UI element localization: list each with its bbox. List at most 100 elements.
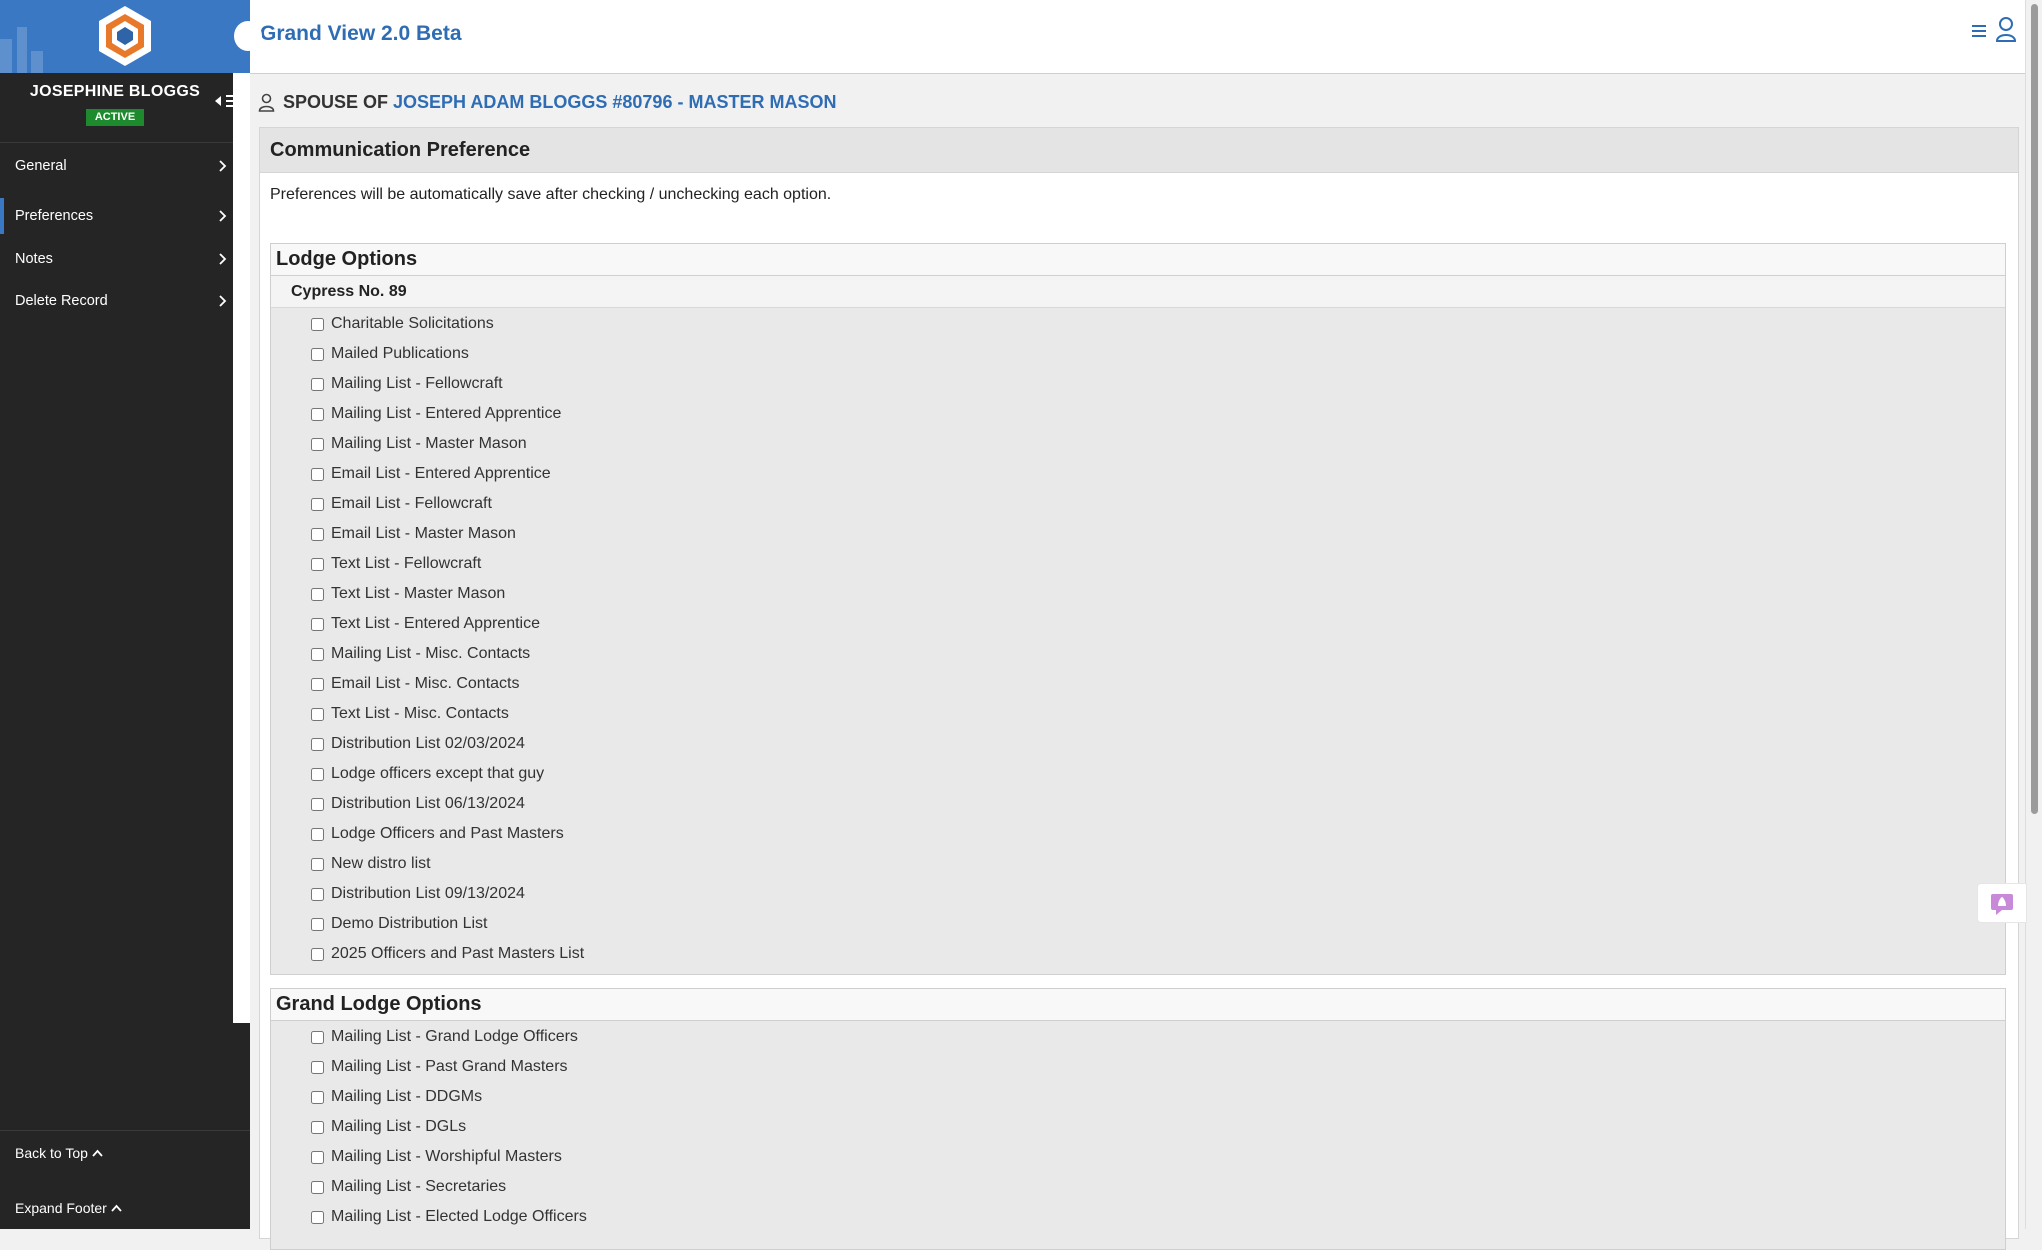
- preference-checkbox[interactable]: [311, 497, 324, 511]
- preference-option[interactable]: Email List - Master Mason: [311, 519, 516, 549]
- preference-option[interactable]: Distribution List 02/03/2024: [311, 729, 525, 759]
- preference-option-label: Mailing List - Elected Lodge Officers: [331, 1208, 587, 1225]
- breadcrumb-prefix: SPOUSE OF: [283, 92, 389, 112]
- scrollbar-thumb[interactable]: [2031, 4, 2038, 814]
- menu-icon[interactable]: [1970, 22, 1988, 40]
- preference-checkbox[interactable]: [311, 1090, 324, 1104]
- preference-option-label: Text List - Misc. Contacts: [331, 705, 509, 722]
- preference-option[interactable]: Charitable Solicitations: [311, 309, 494, 339]
- preference-checkbox[interactable]: [311, 1030, 324, 1044]
- sidebar-item-general[interactable]: General: [0, 148, 250, 184]
- page-scrollbar[interactable]: [2025, 0, 2042, 1229]
- preference-option[interactable]: Mailing List - Past Grand Masters: [311, 1052, 568, 1082]
- preference-option-label: Text List - Fellowcraft: [331, 555, 482, 572]
- sidebar: JOSEPHINE BLOGGS ACTIVE General Preferen…: [0, 0, 250, 1229]
- preference-option[interactable]: Email List - Entered Apprentice: [311, 459, 551, 489]
- preference-checkbox[interactable]: [311, 617, 324, 631]
- preference-option[interactable]: Text List - Misc. Contacts: [311, 699, 509, 729]
- sidebar-item-label: Notes: [15, 251, 53, 267]
- spouse-link[interactable]: JOSEPH ADAM BLOGGS #80796 - MASTER MASON: [393, 92, 836, 113]
- preference-checkbox[interactable]: [311, 1120, 324, 1134]
- preference-option-label: Mailing List - DDGMs: [331, 1088, 483, 1105]
- preference-checkbox[interactable]: [311, 437, 324, 451]
- preference-checkbox[interactable]: [311, 1150, 324, 1164]
- sidebar-item-delete-record[interactable]: Delete Record: [0, 283, 250, 319]
- sidebar-item-label: Preferences: [15, 208, 94, 224]
- back-to-top-link[interactable]: Back to Top: [15, 1145, 103, 1161]
- chat-widget-button[interactable]: [1977, 883, 2027, 923]
- preference-checkbox[interactable]: [311, 1180, 324, 1194]
- preference-option-label: Email List - Master Mason: [331, 525, 516, 542]
- lodge-options-box: Lodge Options Cypress No. 89 Charitable …: [270, 243, 2006, 975]
- nav-divider: [0, 142, 250, 143]
- preference-checkbox[interactable]: [311, 917, 324, 931]
- preference-checkbox[interactable]: [311, 827, 324, 841]
- preference-option[interactable]: Text List - Master Mason: [311, 579, 505, 609]
- preference-checkbox[interactable]: [311, 707, 324, 721]
- breadcrumb: SPOUSE OF JOSEPH ADAM BLOGGS #80796 - MA…: [258, 92, 836, 113]
- preference-option-label: Mailed Publications: [331, 345, 469, 362]
- sidebar-item-preferences[interactable]: Preferences: [0, 198, 250, 234]
- preference-option[interactable]: Mailing List - Worshipful Masters: [311, 1142, 562, 1172]
- preference-option[interactable]: Text List - Entered Apprentice: [311, 609, 540, 639]
- sidebar-item-notes[interactable]: Notes: [0, 241, 250, 277]
- chevron-right-icon: [219, 210, 227, 222]
- preference-option[interactable]: Mailing List - Entered Apprentice: [311, 399, 561, 429]
- preference-checkbox[interactable]: [311, 467, 324, 481]
- grand-lodge-options-heading: Grand Lodge Options: [271, 989, 2005, 1021]
- preference-option[interactable]: Mailing List - Secretaries: [311, 1172, 506, 1202]
- preference-option[interactable]: Distribution List 06/13/2024: [311, 789, 525, 819]
- preference-option[interactable]: Mailing List - Fellowcraft: [311, 369, 503, 399]
- preference-checkbox[interactable]: [311, 677, 324, 691]
- preference-option-label: Mailing List - Misc. Contacts: [331, 645, 531, 662]
- preference-option[interactable]: Mailing List - Master Mason: [311, 429, 527, 459]
- preference-checkbox[interactable]: [311, 527, 324, 541]
- preference-option-label: Distribution List 02/03/2024: [331, 735, 525, 752]
- preference-checkbox[interactable]: [311, 377, 324, 391]
- preference-option-label: Mailing List - DGLs: [331, 1118, 467, 1135]
- preference-option-label: Lodge officers except that guy: [331, 765, 545, 782]
- preference-option[interactable]: Email List - Fellowcraft: [311, 489, 492, 519]
- preference-option[interactable]: Mailed Publications: [311, 339, 469, 369]
- communication-preference-panel: Communication Preference Preferences wil…: [259, 127, 2019, 1250]
- preference-option-label: Mailing List - Worshipful Masters: [331, 1148, 562, 1165]
- preference-checkbox[interactable]: [311, 737, 324, 751]
- preference-option-label: Email List - Misc. Contacts: [331, 675, 520, 692]
- footer-divider: [0, 1130, 250, 1131]
- preference-option[interactable]: 2025 Officers and Past Masters List: [311, 939, 584, 969]
- preference-option[interactable]: Text List - Fellowcraft: [311, 549, 481, 579]
- preference-option[interactable]: Distribution List 09/13/2024: [311, 879, 525, 909]
- preference-checkbox[interactable]: [311, 887, 324, 901]
- preference-checkbox[interactable]: [311, 767, 324, 781]
- app-logo-icon[interactable]: [95, 4, 155, 68]
- preference-checkbox[interactable]: [311, 407, 324, 421]
- preference-option-label: Mailing List - Entered Apprentice: [331, 405, 562, 422]
- preference-option[interactable]: Lodge officers except that guy: [311, 759, 544, 789]
- preference-option[interactable]: Mailing List - Grand Lodge Officers: [311, 1022, 578, 1052]
- chevron-right-icon: [219, 253, 227, 265]
- user-icon[interactable]: [1995, 16, 2017, 42]
- preference-option[interactable]: Lodge Officers and Past Masters: [311, 819, 564, 849]
- expand-footer-link[interactable]: Expand Footer: [15, 1200, 122, 1216]
- preference-option[interactable]: Mailing List - DGLs: [311, 1112, 466, 1142]
- preference-checkbox[interactable]: [311, 587, 324, 601]
- back-to-top-label: Back to Top: [15, 1145, 88, 1161]
- preference-checkbox[interactable]: [311, 947, 324, 961]
- preference-checkbox[interactable]: [311, 557, 324, 571]
- preference-option[interactable]: Email List - Misc. Contacts: [311, 669, 519, 699]
- preference-checkbox[interactable]: [311, 1210, 324, 1224]
- preference-option[interactable]: Mailing List - Misc. Contacts: [311, 639, 530, 669]
- preference-checkbox[interactable]: [311, 647, 324, 661]
- preference-option[interactable]: Mailing List - DDGMs: [311, 1082, 482, 1112]
- preference-checkbox[interactable]: [311, 1060, 324, 1074]
- preference-checkbox[interactable]: [311, 797, 324, 811]
- chevron-right-icon: [219, 295, 227, 307]
- preference-option[interactable]: Mailing List - Elected Lodge Officers: [311, 1202, 587, 1232]
- header-notch: [234, 21, 262, 51]
- preference-checkbox[interactable]: [311, 857, 324, 871]
- preference-option[interactable]: New distro list: [311, 849, 431, 879]
- preference-checkbox[interactable]: [311, 347, 324, 361]
- preference-option[interactable]: Demo Distribution List: [311, 909, 488, 939]
- preference-option-label: New distro list: [331, 855, 431, 872]
- preference-checkbox[interactable]: [311, 317, 324, 331]
